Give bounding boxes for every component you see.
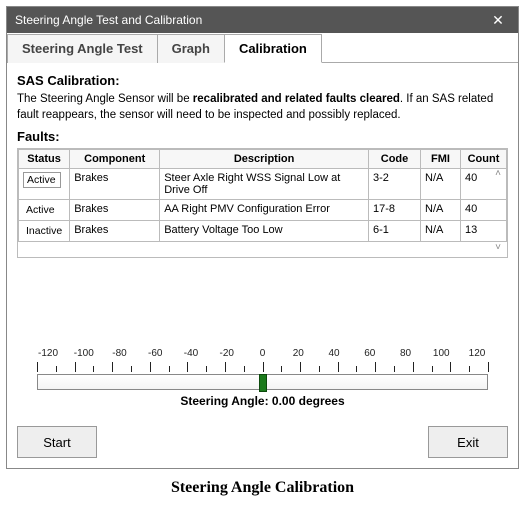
code-cell: 17-8 [369, 200, 421, 221]
col-count: Count [461, 150, 507, 169]
col-description: Description [160, 150, 369, 169]
gauge-tick-marks [37, 360, 488, 372]
description-cell: Steer Axle Right WSS Signal Low at Drive… [160, 169, 369, 200]
table-row[interactable]: Inactive BrakesBattery Voltage Too Low6-1… [19, 221, 507, 242]
gauge-marker[interactable] [259, 374, 267, 392]
faults-table: Status Component Description Code FMI Co… [18, 149, 507, 242]
tab-steering-angle-test[interactable]: Steering Angle Test [7, 34, 158, 63]
count-cell: 40 [461, 200, 507, 221]
tick-label: 60 [359, 348, 381, 359]
col-status: Status [19, 150, 70, 169]
start-button[interactable]: Start [17, 426, 97, 458]
tick-label: -60 [144, 348, 166, 359]
tab-bar: Steering Angle Test Graph Calibration [7, 33, 518, 63]
scroll-up-icon[interactable]: ˄ [491, 167, 505, 181]
tab-calibration[interactable]: Calibration [224, 34, 322, 63]
tick-label: 0 [252, 348, 274, 359]
tick-label: 80 [395, 348, 417, 359]
table-header-row: Status Component Description Code FMI Co… [19, 150, 507, 169]
col-fmi: FMI [421, 150, 461, 169]
tick-label: 120 [466, 348, 488, 359]
code-cell: 3-2 [369, 169, 421, 200]
component-cell: Brakes [70, 169, 160, 200]
tab-content: SAS Calibration: The Steering Angle Sens… [7, 63, 518, 468]
status-cell: Inactive [23, 224, 65, 238]
app-window: Steering Angle Test and Calibration ✕ St… [6, 6, 519, 469]
section-heading: SAS Calibration: [17, 73, 508, 88]
description-cell: AA Right PMV Configuration Error [160, 200, 369, 221]
tick-label: 100 [430, 348, 452, 359]
tick-label: -120 [37, 348, 59, 359]
fmi-cell: N/A [421, 221, 461, 242]
tick-label: 20 [287, 348, 309, 359]
status-cell: Active [23, 172, 61, 188]
close-icon[interactable]: ✕ [478, 7, 518, 33]
button-row: Start Exit [17, 426, 508, 458]
section-description: The Steering Angle Sensor will be recali… [17, 92, 508, 123]
table-row[interactable]: Active BrakesAA Right PMV Configuration E… [19, 200, 507, 221]
titlebar: Steering Angle Test and Calibration ✕ [7, 7, 518, 33]
col-code: Code [369, 150, 421, 169]
tick-label: -40 [180, 348, 202, 359]
tick-label: -80 [109, 348, 131, 359]
figure-caption: Steering Angle Calibration [6, 479, 519, 497]
scroll-down-icon[interactable]: ˅ [491, 241, 505, 255]
tab-graph[interactable]: Graph [157, 34, 225, 63]
status-cell: Active [23, 203, 58, 217]
steering-gauge: -120 -100 -80 -60 -40 -20 0 20 40 60 80 100 120 Stee… [17, 348, 508, 408]
gauge-tick-labels: -120 -100 -80 -60 -40 -20 0 20 40 60 80 100 120 [37, 348, 488, 359]
count-cell: 13 [461, 221, 507, 242]
tick-label: 40 [323, 348, 345, 359]
description-cell: Battery Voltage Too Low [160, 221, 369, 242]
table-row[interactable]: Active BrakesSteer Axle Right WSS Signal … [19, 169, 507, 200]
faults-label: Faults: [17, 129, 508, 144]
gauge-track[interactable] [37, 374, 488, 390]
fmi-cell: N/A [421, 169, 461, 200]
code-cell: 6-1 [369, 221, 421, 242]
tick-label: -20 [216, 348, 238, 359]
gauge-value-label: Steering Angle: 0.00 degrees [37, 394, 488, 408]
component-cell: Brakes [70, 200, 160, 221]
component-cell: Brakes [70, 221, 160, 242]
col-component: Component [70, 150, 160, 169]
tick-label: -100 [73, 348, 95, 359]
fmi-cell: N/A [421, 200, 461, 221]
window-title: Steering Angle Test and Calibration [15, 13, 202, 27]
faults-table-container: Status Component Description Code FMI Co… [17, 148, 508, 258]
exit-button[interactable]: Exit [428, 426, 508, 458]
